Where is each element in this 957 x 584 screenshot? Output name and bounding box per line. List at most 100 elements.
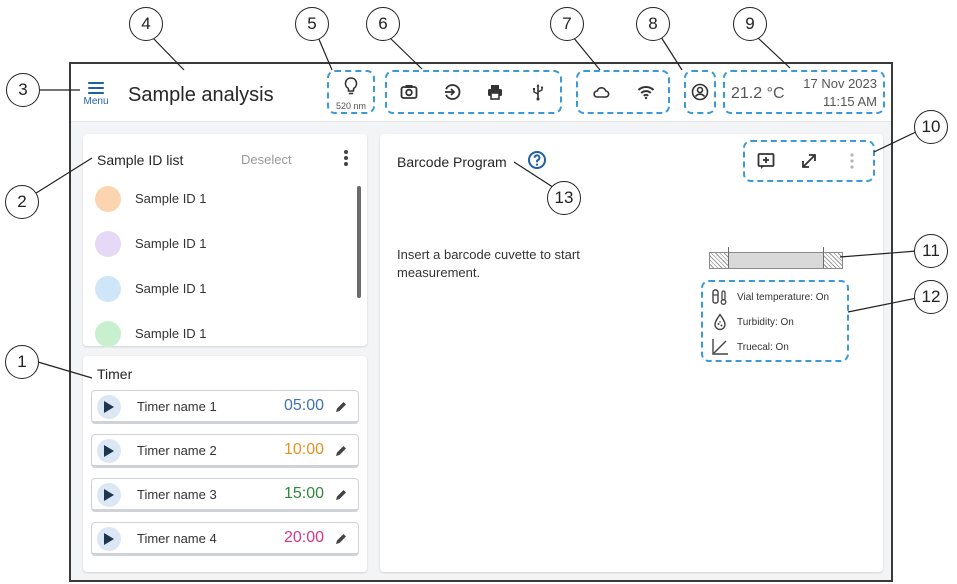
timer-name: Timer name 2 (137, 443, 217, 458)
cuvette-hatch-right (824, 253, 842, 268)
user-group (684, 70, 716, 114)
expand-icon[interactable] (799, 151, 819, 171)
sample-color-dot (95, 231, 121, 257)
sample-label: Sample ID 1 (135, 326, 207, 341)
cloud-icon[interactable] (591, 82, 611, 102)
usb-icon[interactable] (528, 82, 548, 102)
sample-color-dot (95, 186, 121, 212)
vial-temperature-icon (711, 288, 729, 306)
callout-2: 2 (5, 185, 39, 219)
callout-10: 10 (914, 110, 948, 144)
property-label: Truecal: On (737, 342, 789, 353)
callout-4: 4 (129, 7, 163, 41)
timer-title: Timer (97, 366, 133, 382)
timer-name: Timer name 3 (137, 487, 217, 502)
device-screen: Menu Sample analysis 520 nm 21.2 °C 17 N… (69, 62, 893, 582)
top-bar: Menu Sample analysis 520 nm 21.2 °C 17 N… (71, 64, 891, 122)
timer-card: Timer Timer name 1 05:00 Timer name 2 10… (83, 356, 367, 572)
timer-row: Timer name 2 10:00 (91, 434, 359, 468)
deselect-button[interactable]: Deselect (241, 152, 292, 167)
timer-time: 05:00 (283, 397, 324, 414)
property-label: Turbidity: On (737, 317, 794, 328)
timer-time: 10:00 (283, 441, 324, 458)
list-item[interactable]: Sample ID 1 (95, 274, 325, 304)
timer-row: Timer name 1 05:00 (91, 390, 359, 424)
program-properties: Vial temperature: On Turbidity: On Truec… (701, 280, 849, 362)
camera-icon[interactable] (399, 82, 419, 102)
timer-row: Timer name 4 20:00 (91, 522, 359, 556)
edit-pencil-icon[interactable] (334, 488, 348, 502)
card-toolbar (743, 140, 875, 182)
play-button[interactable] (97, 439, 121, 463)
wifi-icon[interactable] (636, 82, 656, 102)
list-item[interactable]: Sample ID 1 (95, 184, 325, 214)
list-item[interactable]: Sample ID 1 (95, 229, 325, 259)
sample-label: Sample ID 1 (135, 236, 207, 251)
play-button[interactable] (97, 483, 121, 507)
callout-8: 8 (636, 7, 670, 41)
timer-row: Timer name 3 15:00 (91, 478, 359, 512)
edit-pencil-icon[interactable] (334, 400, 348, 414)
sample-label: Sample ID 1 (135, 191, 207, 206)
hamburger-icon (88, 82, 104, 94)
play-button[interactable] (97, 527, 121, 551)
callout-3: 3 (6, 73, 40, 107)
user-account-icon[interactable] (690, 82, 710, 102)
status-readout: 21.2 °C 17 Nov 2023 11:15 AM (723, 70, 885, 114)
menu-button[interactable]: Menu (79, 78, 113, 112)
sample-label: Sample ID 1 (135, 281, 207, 296)
callout-1: 1 (5, 345, 39, 379)
play-icon (104, 401, 114, 413)
date-text: 17 Nov 2023 (803, 76, 877, 91)
cuvette-graphic (709, 247, 843, 269)
cuvette-marker (728, 247, 729, 268)
scrollbar[interactable] (357, 186, 361, 298)
timer-name: Timer name 4 (137, 531, 217, 546)
callout-5: 5 (295, 7, 329, 41)
quick-actions-group (385, 70, 562, 114)
figure: Menu Sample analysis 520 nm 21.2 °C 17 N… (0, 0, 957, 584)
more-vertical-icon[interactable] (341, 148, 351, 170)
callout-6: 6 (366, 7, 400, 41)
date-time: 17 Nov 2023 11:15 AM (803, 75, 877, 111)
timer-name: Timer name 1 (137, 399, 217, 414)
list-item[interactable]: Sample ID 1 (95, 319, 325, 349)
sample-id-list-card: Sample ID list Deselect Sample ID 1 Samp… (83, 134, 367, 349)
add-comment-icon[interactable] (756, 151, 776, 171)
printer-icon[interactable] (485, 82, 505, 102)
cuvette-marker (823, 247, 824, 268)
play-icon (104, 489, 114, 501)
time-text: 11:15 AM (823, 94, 877, 109)
cuvette-hatch-left (710, 253, 728, 268)
edit-pencil-icon[interactable] (334, 444, 348, 458)
sample-list-title: Sample ID list (97, 152, 184, 168)
turbidity-icon (711, 313, 729, 331)
page-title: Sample analysis (128, 84, 274, 106)
lamp-status[interactable]: 520 nm (327, 70, 375, 114)
temperature-readout: 21.2 °C (731, 85, 785, 102)
lightbulb-icon (341, 76, 361, 96)
connectivity-group (576, 70, 670, 114)
property-label: Vial temperature: On (737, 292, 830, 303)
edit-pencil-icon[interactable] (334, 532, 348, 546)
program-title: Barcode Program (397, 154, 507, 170)
instruction-message: Insert a barcode cuvette to start measur… (397, 247, 580, 280)
sample-color-dot (95, 321, 121, 347)
callout-9: 9 (733, 7, 767, 41)
barcode-program-card: Barcode Program Insert a barcode cuvette… (380, 134, 883, 572)
play-icon (104, 533, 114, 545)
help-icon[interactable] (527, 150, 547, 170)
lamp-wavelength: 520 nm (335, 101, 367, 111)
timer-time: 15:00 (283, 485, 324, 502)
play-button[interactable] (97, 395, 121, 419)
callout-12: 12 (914, 280, 948, 314)
sample-color-dot (95, 276, 121, 302)
login-icon[interactable] (442, 82, 462, 102)
timer-time: 20:00 (283, 529, 324, 546)
truecal-icon (711, 338, 729, 356)
callout-11: 11 (914, 234, 948, 268)
callout-7: 7 (550, 7, 584, 41)
more-vertical-icon[interactable] (842, 151, 862, 171)
play-icon (104, 445, 114, 457)
menu-label: Menu (83, 96, 109, 107)
